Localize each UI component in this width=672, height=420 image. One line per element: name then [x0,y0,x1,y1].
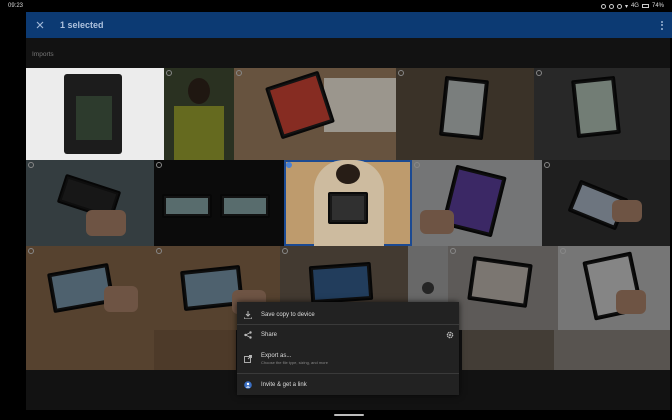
select-checkbox[interactable] [28,162,34,168]
status-time: 09:23 [8,3,24,9]
gear-icon[interactable] [445,330,455,340]
more-options-button[interactable] [652,12,672,38]
photo-tile[interactable] [234,68,396,160]
select-checkbox[interactable] [560,248,566,254]
status-right: ▾ 4G 74% [600,3,664,10]
photo-tile[interactable] [554,330,670,370]
photo-tile[interactable] [154,330,236,370]
select-checkbox[interactable] [166,70,172,76]
photo-tile[interactable] [154,160,284,246]
menu-divider [237,324,459,325]
photo-tile[interactable] [26,68,164,160]
select-checkbox[interactable] [414,162,420,168]
photo-tile[interactable] [558,246,670,330]
photo-tile[interactable] [26,330,154,370]
status-bar: 09:23 ▾ 4G 74% [0,0,672,12]
left-inset [0,12,26,420]
select-checkbox[interactable] [544,162,550,168]
photo-tile[interactable] [396,68,534,160]
export-text: Export as... Choose the file type, sizin… [259,353,328,365]
photo-tile[interactable] [542,160,670,246]
select-checkbox[interactable] [398,70,404,76]
download-icon [237,311,259,319]
select-checkbox[interactable] [236,70,242,76]
save-copy-menu-item[interactable]: Save copy to device [237,306,459,324]
invite-menu-item[interactable]: Invite & get a link [237,376,459,394]
export-label: Export as... [261,353,292,359]
share-menu-item[interactable]: Share [237,326,459,344]
battery-level: 74% [651,3,664,9]
wifi-icon: ▾ [624,3,628,10]
export-icon [237,355,259,363]
close-icon [36,21,44,29]
alarm-icon [608,3,614,9]
add-person-icon [237,381,259,389]
photo-tile[interactable] [412,160,542,246]
photo-tile[interactable] [462,330,554,370]
select-checkbox[interactable] [156,248,162,254]
select-checkbox[interactable] [156,162,162,168]
section-title: Imports [32,51,54,58]
photo-tile[interactable] [26,246,154,330]
network-type: 4G [630,3,639,9]
export-menu-item[interactable]: Export as... Choose the file type, sizin… [237,348,459,370]
select-checkbox[interactable] [28,248,34,254]
selection-app-bar: 1 selected [26,12,672,38]
share-menu: Save copy to device Share Export as... C… [237,302,459,395]
select-checkbox[interactable] [282,248,288,254]
battery-icon [641,4,649,8]
photo-tile[interactable] [26,160,154,246]
export-sublabel: Choose the file type, sizing, and more [261,360,328,365]
selection-count-title: 1 selected [60,20,104,30]
gesture-nav-handle[interactable] [334,414,364,416]
bluetooth-icon [600,3,606,9]
menu-divider [237,373,459,374]
invite-label: Invite & get a link [261,382,307,388]
select-checkbox[interactable] [536,70,542,76]
save-copy-label: Save copy to device [261,312,315,318]
dnd-icon [616,3,622,9]
select-checkbox[interactable] [450,248,456,254]
status-left: 09:23 [8,3,23,9]
select-checkbox[interactable] [286,162,292,168]
photo-tile[interactable] [164,68,234,160]
share-label: Share [261,332,278,338]
share-icon [237,331,259,339]
more-vert-icon [661,20,663,30]
photo-tile-selected[interactable] [284,160,412,246]
close-selection-button[interactable] [26,12,54,38]
photo-tile[interactable] [448,246,558,330]
photo-tile[interactable] [534,68,670,160]
